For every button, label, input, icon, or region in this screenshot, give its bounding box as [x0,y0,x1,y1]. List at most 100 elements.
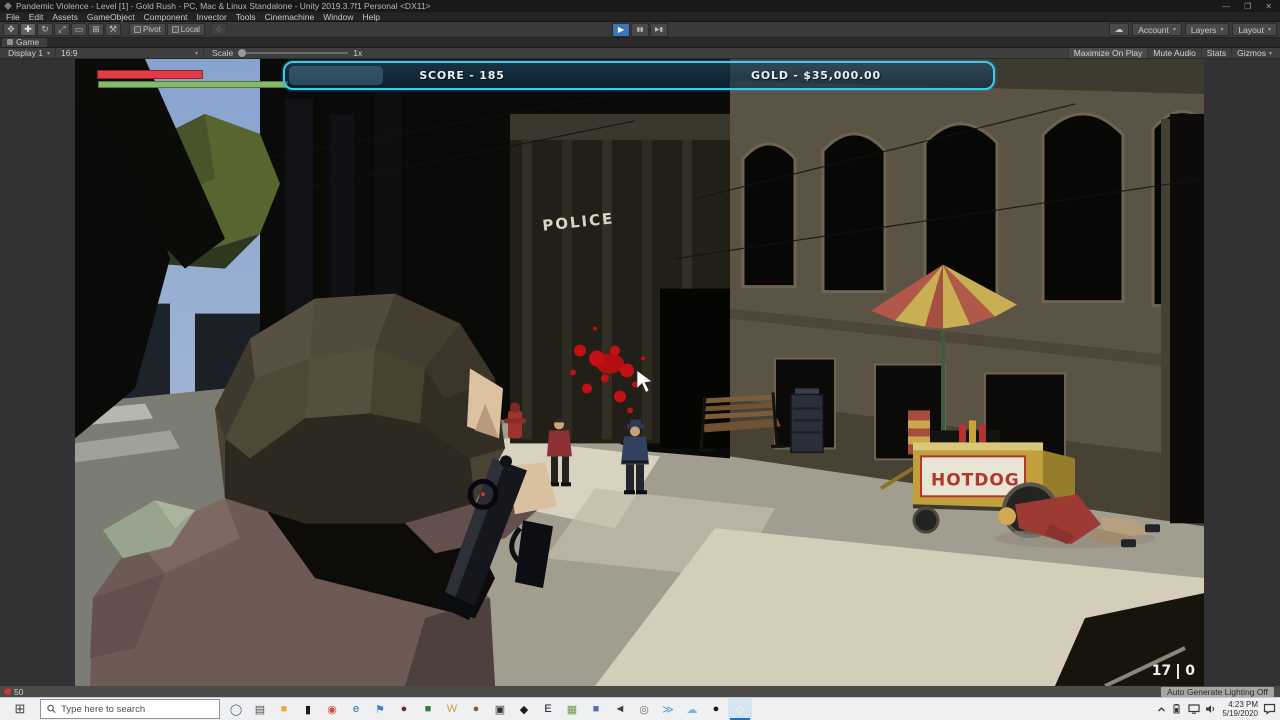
chevron-down-icon: ▾ [1268,26,1271,33]
play-controls: ▶▮▮▶▮ [612,23,668,37]
maximize-on-play-button[interactable]: Maximize On Play [1068,48,1148,58]
move-tool[interactable]: ✚ [20,23,36,36]
app-maroon-icon[interactable]: ● [392,698,416,720]
newspaper-bin [791,388,823,452]
window-title: Pandemic Violence - Level [1] - Gold Rus… [16,1,1222,11]
app-green-icon: ■ [425,703,432,715]
grid-snap-button[interactable]: ⊹ [211,23,227,36]
app-brown-icon[interactable]: ● [464,698,488,720]
minecraft-icon[interactable]: ▦ [560,698,584,720]
game-view-toolbar: Display 1▾ 16:9▾ Scale 1x Maximize On Pl… [0,48,1280,59]
app-purple-icon[interactable]: ■ [584,698,608,720]
windows-taskbar: ⊞ ◯▤■▮◉e⚑●■W●▣◆E▦■◄◎≫☁●◇ 4:23 PM 5/19/20… [0,697,1280,720]
game-viewport: POLICE [0,59,1280,686]
edge-icon[interactable]: e [344,698,368,720]
app-oval-icon[interactable]: ● [704,698,728,720]
custom-tool[interactable]: ⚒ [105,23,121,36]
chrome-icon[interactable]: ◉ [320,698,344,720]
display-dropdown[interactable]: Display 1▾ [3,48,56,58]
step-button[interactable]: ▶▮ [650,23,668,37]
game-render[interactable]: POLICE [75,59,1204,686]
system-tray: 4:23 PM 5/19/2020 [1157,698,1280,720]
menu-gameobject[interactable]: GameObject [87,12,135,22]
scale-track[interactable] [238,52,348,54]
notification-center-icon[interactable] [1263,703,1276,715]
unity-editor-icon[interactable]: ◇ [728,698,752,720]
mail-icon[interactable]: ⚑ [368,698,392,720]
pause-button[interactable]: ▮▮ [631,23,649,37]
task-view-icon[interactable]: ▤ [248,698,272,720]
start-button[interactable]: ⊞ [0,698,40,720]
scale-tool[interactable]: ⤢ [54,23,70,36]
tray-chevron-icon[interactable] [1157,705,1166,714]
local-toggle[interactable]: Local [167,23,205,36]
inkscape-icon[interactable]: ◆ [512,698,536,720]
aspect-ratio-dropdown[interactable]: 16:9▾ [56,48,204,58]
menu-assets[interactable]: Assets [52,12,78,22]
hand-tool[interactable]: ✥ [3,23,19,36]
file-explorer-icon[interactable]: ■ [272,698,296,720]
unity-status-bar: 50 Auto Generate Lighting Off [0,686,1280,697]
taskbar-clock[interactable]: 4:23 PM 5/19/2020 [1222,700,1258,718]
search-input[interactable] [61,704,213,715]
scale-value: 1x [353,48,362,58]
rect-tool[interactable]: ▭ [71,23,87,36]
account-dropdown[interactable]: Account▾ [1132,23,1182,36]
app-brown-icon: ● [473,703,480,715]
menu-invector[interactable]: Invector [197,12,227,22]
console-error-count[interactable]: 50 [14,687,23,697]
camera-app-icon[interactable]: ◎ [632,698,656,720]
search-icon [47,704,56,714]
battery-icon[interactable] [1171,704,1183,714]
chevron-down-icon: ▾ [1220,26,1223,33]
cortana-icon[interactable]: ◯ [224,698,248,720]
speaker-icon[interactable] [1205,704,1217,714]
pivot-toggle[interactable]: Pivot [129,23,166,36]
epic-games-icon[interactable]: E [536,698,560,720]
app-oval-icon: ● [713,703,720,715]
taskbar-search[interactable] [40,699,220,719]
mute-audio-button[interactable]: Mute Audio [1147,48,1201,58]
windows-logo-icon: ⊞ [15,701,26,717]
cloud-button[interactable]: ☁ [1109,23,1130,36]
minimize-button[interactable]: — [1222,2,1230,11]
transform-tool[interactable]: ⊞ [88,23,104,36]
stats-button[interactable]: Stats [1201,48,1231,58]
transform-tools: ✥✚↻⤢▭⊞⚒ [3,23,121,36]
console-error-icon[interactable] [4,688,11,695]
task-view-icon: ▤ [255,703,265,716]
app-dark-icon[interactable]: ▣ [488,698,512,720]
app-gold-w-icon[interactable]: W [440,698,464,720]
onedrive-icon[interactable]: ☁ [680,698,704,720]
menu-edit[interactable]: Edit [29,12,44,22]
ammo-reserve: 0 [1185,663,1195,679]
maximize-button[interactable]: ❐ [1244,2,1251,11]
chevron-down-icon: ▾ [195,50,198,57]
store-icon[interactable]: ▮ [296,698,320,720]
menu-file[interactable]: File [6,12,20,22]
menu-component[interactable]: Component [144,12,188,22]
onedrive-icon: ☁ [687,703,698,716]
menu-cinemachine[interactable]: Cinemachine [265,12,315,22]
menu-help[interactable]: Help [363,12,380,22]
cortana-icon: ◯ [230,703,242,716]
volume-app-icon[interactable]: ◄ [608,698,632,720]
scale-slider[interactable]: Scale 1x [204,48,370,58]
play-button[interactable]: ▶ [612,23,630,37]
layers-dropdown[interactable]: Layers▾ [1185,23,1230,36]
gizmos-dropdown[interactable]: Gizmos▾ [1231,48,1277,58]
tab-game[interactable]: Game [2,37,47,47]
menu-window[interactable]: Window [323,12,353,22]
close-button[interactable]: ✕ [1265,2,1272,11]
network-icon[interactable] [1188,704,1200,714]
unity-title-bar: Pandemic Violence - Level [1] - Gold Rus… [0,0,1280,12]
layout-dropdown[interactable]: Layout▾ [1232,23,1277,36]
ammo-divider [1177,664,1179,679]
share-app-icon[interactable]: ≫ [656,698,680,720]
menu-tools[interactable]: Tools [236,12,256,22]
app-green-icon[interactable]: ■ [416,698,440,720]
scale-knob[interactable] [238,49,246,57]
rotate-tool[interactable]: ↻ [37,23,53,36]
ammo-magazine: 17 [1152,663,1171,679]
camera-app-icon: ◎ [639,703,649,716]
